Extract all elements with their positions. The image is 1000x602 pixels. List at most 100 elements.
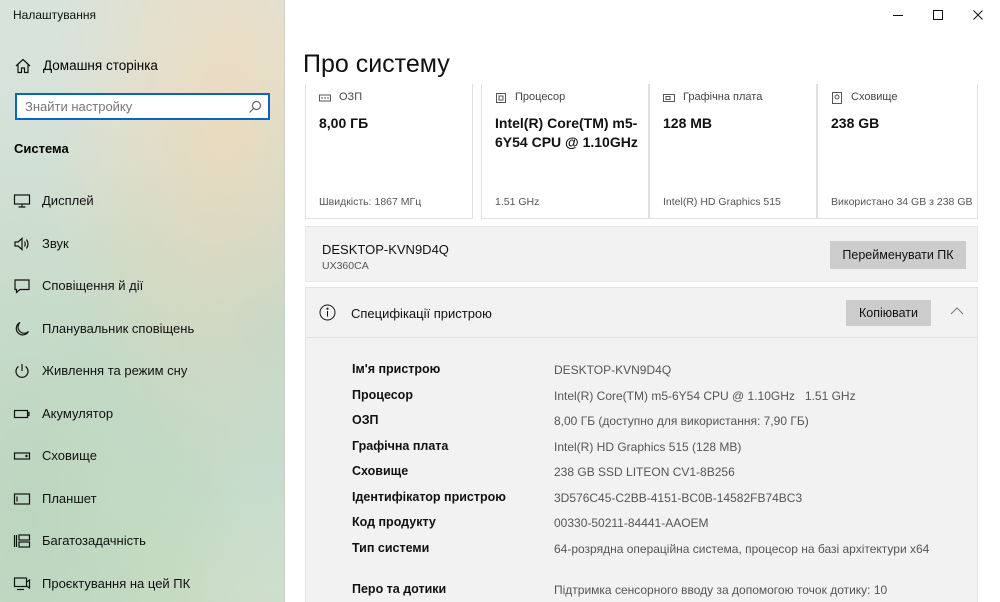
ram-icon — [319, 94, 331, 102]
spec-key: Графічна плата — [352, 438, 449, 453]
display-icon — [13, 194, 31, 208]
card-label: Процесор — [515, 91, 566, 103]
spec-row-ram: ОЗП 8,00 ГБ (доступно для використання: … — [306, 407, 977, 433]
sidebar-item-label: Сховище — [42, 448, 97, 463]
info-icon — [319, 304, 336, 321]
spec-value: DESKTOP-KVN9D4Q — [554, 363, 672, 377]
sidebar-item-label: Дисплей — [42, 193, 94, 208]
sidebar-item-label: Акумулятор — [42, 405, 114, 421]
copy-button[interactable]: Копіювати — [846, 300, 931, 326]
close-button[interactable] — [955, 0, 1000, 30]
card-value: 238 GB — [831, 115, 880, 131]
card-value: 8,00 ГБ — [319, 115, 369, 131]
tablet-icon — [13, 492, 31, 505]
spec-key: ОЗП — [352, 413, 379, 427]
device-specs-panel: Специфікації пристрою Копіювати Ім'я при… — [305, 287, 978, 602]
card-value: 128 MB — [663, 115, 713, 131]
card-value: Intel(R) Core(TM) m5-6Y54 CPU @ 1.10GHz — [495, 115, 638, 150]
gpu-icon — [663, 94, 675, 102]
card-storage: Сховище 238 GB Використано 34 GB з 238 G… — [817, 84, 978, 219]
sidebar-nav: Дисплей Звук Сповіщення й дії Планувальн… — [0, 187, 285, 602]
projection-icon — [13, 576, 31, 590]
spec-key: Ім'я пристрою — [352, 362, 441, 376]
cpu-icon — [496, 93, 506, 103]
spec-value: 64-розрядна операційна система, процесор… — [554, 541, 930, 556]
sidebar-item-label: Планшет — [42, 490, 97, 506]
sidebar-item-projection[interactable]: Проєктування на цей ПК — [0, 570, 285, 602]
spec-rows: Ім'я пристрою DESKTOP-KVN9D4Q Процесор I… — [306, 356, 977, 602]
spec-row-pen-touch: Перо та дотики Підтримка сенсорного ввод… — [306, 576, 977, 602]
power-icon — [15, 364, 29, 378]
spec-key: Процесор — [352, 387, 413, 402]
spec-key: Код продукту — [352, 515, 436, 529]
spec-value: Підтримка сенсорного вводу за допомогою … — [554, 583, 888, 597]
spec-row-storage: Сховище 238 GB SSD LITEON CV1-8B256 — [306, 458, 977, 484]
spec-value: Intel(R) HD Graphics 515 (128 MB) — [554, 439, 742, 454]
spec-key: Перо та дотики — [352, 582, 447, 596]
home-icon — [15, 58, 31, 74]
sidebar-item-label: Проєктування на цей ПК — [42, 575, 191, 591]
sidebar-item-power[interactable]: Живлення та режим сну — [0, 357, 285, 400]
sidebar-item-label: Сповіщення й дії — [42, 278, 144, 293]
minimize-icon — [893, 15, 903, 16]
device-specs-title: Специфікації пристрою — [351, 306, 492, 321]
card-label: Графічна плата — [683, 91, 763, 103]
spec-row-device-name: Ім'я пристрою DESKTOP-KVN9D4Q — [306, 356, 977, 382]
sidebar-item-battery[interactable]: Акумулятор — [0, 400, 285, 443]
pc-name-panel: DESKTOP-KVN9D4Q UX360CA Перейменувати ПК — [305, 226, 978, 282]
card-label: Сховище — [851, 91, 898, 103]
window-title: Налаштування — [13, 8, 96, 22]
spec-value: 00330-50211-84441-AAOEM — [554, 516, 709, 530]
card-sub: Intel(R) HD Graphics 515 — [663, 196, 781, 208]
pc-name: DESKTOP-KVN9D4Q — [322, 242, 449, 257]
page-title: Про систему — [303, 50, 450, 78]
summary-cards: ОЗП 8,00 ГБ Швидкість: 1867 МГц Процесор… — [305, 84, 978, 220]
rename-pc-button[interactable]: Перейменувати ПК — [830, 241, 966, 269]
card-gpu: Графічна плата 128 MB Intel(R) HD Graphi… — [649, 84, 817, 219]
storage-icon — [13, 452, 31, 460]
card-sub: Швидкість: 1867 МГц — [319, 196, 422, 208]
chevron-up-icon[interactable] — [950, 306, 964, 316]
spec-value: 8,00 ГБ (доступно для використання: 7,90… — [554, 414, 809, 428]
moon-icon — [15, 321, 30, 335]
sidebar-item-label: Живлення та режим сну — [42, 363, 188, 378]
main-content: Про систему ОЗП 8,00 ГБ Швидкість: 1867 … — [285, 0, 1000, 602]
sidebar-item-sound[interactable]: Звук — [0, 230, 285, 273]
spec-value: Intel(R) Core(TM) m5-6Y54 CPU @ 1.10GHz … — [554, 388, 856, 403]
sidebar-item-label: Багатозадачність — [42, 533, 146, 548]
notification-icon — [14, 279, 30, 294]
spec-row-system-type: Тип системи 64-розрядна операційна систе… — [306, 535, 977, 577]
spec-value: 238 GB SSD LITEON CV1-8B256 — [554, 465, 735, 479]
search-input[interactable] — [17, 95, 237, 118]
search-icon[interactable] — [248, 100, 262, 114]
card-cpu: Процесор Intel(R) Core(TM) m5-6Y54 CPU @… — [481, 84, 649, 219]
section-title: Система — [14, 141, 69, 156]
home-label: Домашня сторінка — [43, 58, 158, 73]
sidebar-item-multitasking[interactable]: Багатозадачність — [0, 527, 285, 570]
multitasking-icon — [13, 534, 31, 548]
card-label: ОЗП — [339, 91, 363, 103]
home-nav-item[interactable]: Домашня сторінка — [0, 52, 285, 80]
sidebar: Налаштування Домашня сторінка Система Ди… — [0, 0, 285, 602]
pc-model: UX360CA — [322, 260, 369, 272]
close-icon — [973, 10, 983, 20]
speaker-icon — [14, 236, 29, 251]
spec-value: 3D576C45-C2BB-4151-BC0B-14582FB74BC3 — [554, 490, 803, 505]
card-ram: ОЗП 8,00 ГБ Швидкість: 1867 МГц — [305, 84, 473, 219]
sidebar-item-display[interactable]: Дисплей — [0, 187, 285, 230]
storage-icon — [832, 92, 842, 104]
spec-key: Ідентифікатор пристрою — [352, 489, 506, 504]
search-box[interactable] — [15, 93, 270, 120]
spec-row-device-id: Ідентифікатор пристрою 3D576C45-C2BB-415… — [306, 484, 977, 510]
sidebar-item-label: Звук — [42, 235, 69, 251]
sidebar-item-notifications[interactable]: Сповіщення й дії — [0, 272, 285, 315]
sidebar-item-label: Планувальник сповіщень — [42, 320, 195, 336]
device-specs-header[interactable]: Специфікації пристрою Копіювати — [306, 288, 977, 338]
sidebar-item-tablet[interactable]: Планшет — [0, 485, 285, 528]
spec-row-product-id: Код продукту 00330-50211-84441-AAOEM — [306, 509, 977, 535]
spec-key: Тип системи — [352, 540, 430, 555]
sidebar-item-storage[interactable]: Сховище — [0, 442, 285, 485]
spec-row-processor: Процесор Intel(R) Core(TM) m5-6Y54 CPU @… — [306, 382, 977, 408]
sidebar-item-focus-assist[interactable]: Планувальник сповіщень — [0, 315, 285, 358]
card-sub: 1.51 GHz — [495, 196, 540, 208]
